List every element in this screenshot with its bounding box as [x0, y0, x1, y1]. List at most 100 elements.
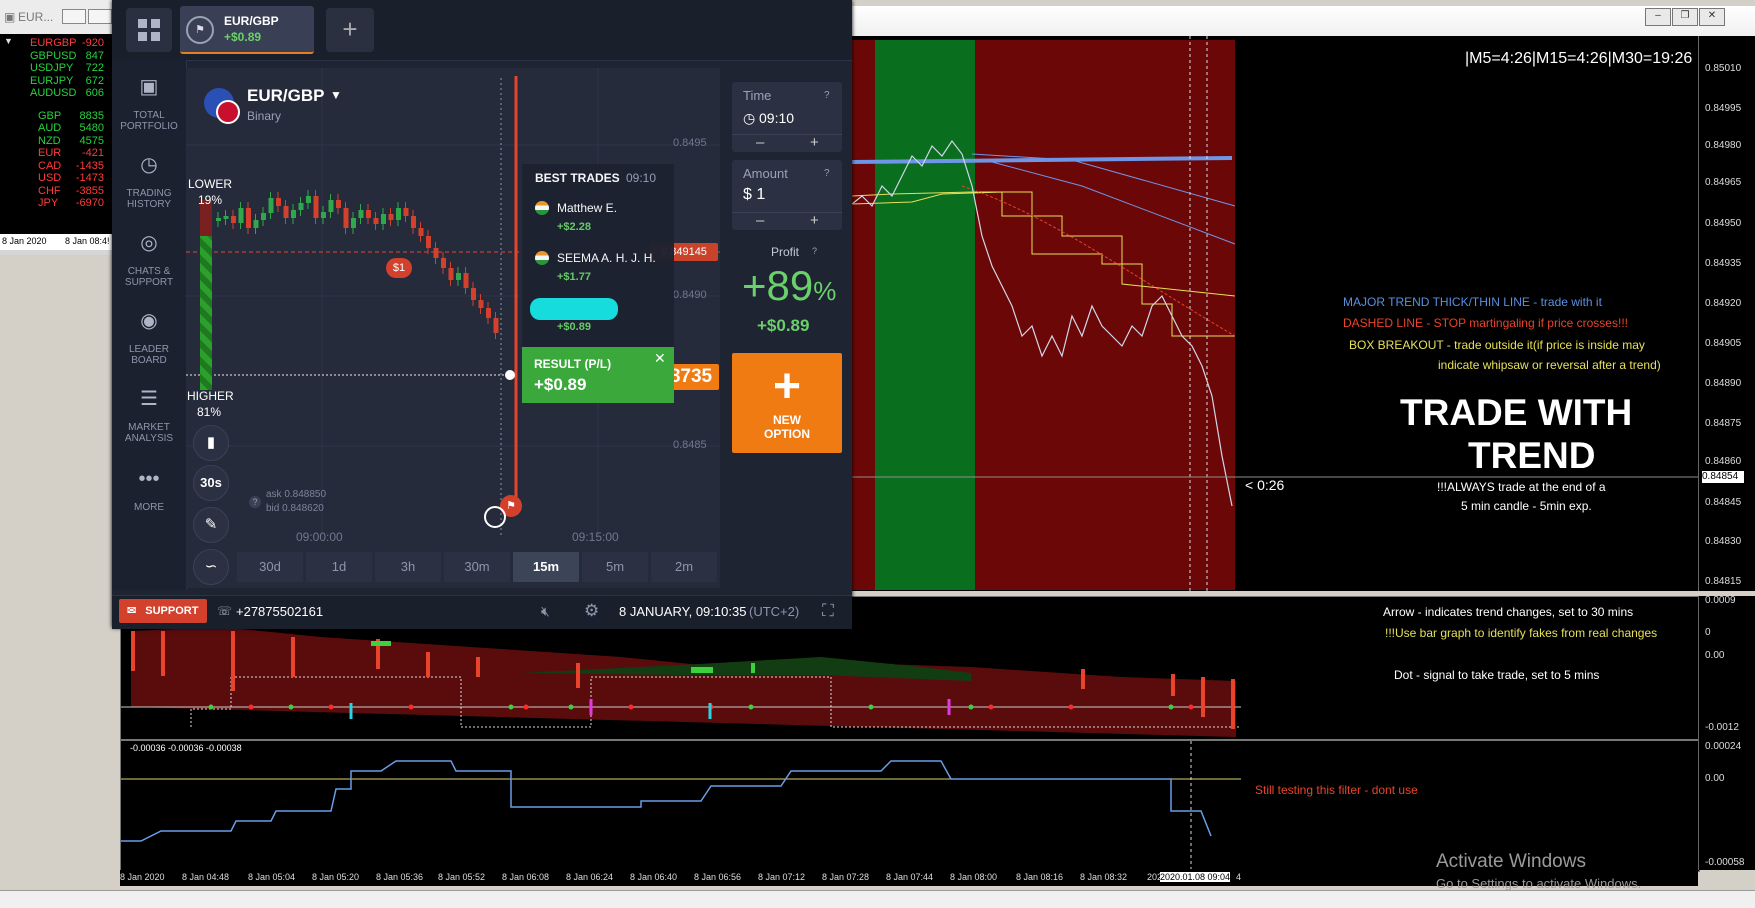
best-trades-title: BEST TRADES [535, 171, 620, 185]
price-axis-tick: 0.84815 [1705, 576, 1742, 587]
higher-label: HIGHER [187, 389, 234, 403]
sidebar-item-history[interactable]: ◷ TRADING HISTORY [112, 154, 186, 210]
time-box[interactable]: Time ? ◷ 09:10 – + [732, 82, 842, 152]
help-icon[interactable]: ? [812, 246, 817, 256]
price-axis-tick: 0.84965 [1705, 177, 1742, 188]
help-icon[interactable]: ? [249, 496, 261, 508]
trader-amount: +$2.28 [557, 221, 591, 233]
new-option-button[interactable]: + NEW OPTION [732, 353, 842, 453]
axis-tick: 0.0009 [1705, 595, 1736, 606]
timeline-label: 8 Jan 08:16 [1016, 872, 1064, 882]
add-tab-button[interactable]: + [326, 8, 374, 52]
leaderboard-icon: ◉ [140, 310, 158, 332]
left-restore-button[interactable] [88, 9, 112, 24]
candle [216, 218, 221, 221]
timeframe-1d[interactable]: 1d [306, 552, 372, 582]
result-value: +$0.89 [534, 375, 587, 394]
tab-profit: +$0.89 [224, 30, 262, 44]
amount-plus-button[interactable]: + [810, 212, 819, 229]
currency-dates: 8 Jan 2020 8 Jan 08:4! [0, 234, 115, 250]
history-icon: ◷ [140, 154, 158, 176]
indicators-icon[interactable]: ∽ [193, 549, 229, 585]
amount-box[interactable]: Amount ? $ 1 – + [732, 160, 842, 230]
histogram-axis [1698, 596, 1755, 740]
amount-value[interactable]: $ 1 [743, 186, 765, 204]
minimize-button[interactable]: – [1645, 8, 1671, 26]
settings-gear-icon[interactable]: ⚙ [584, 601, 599, 621]
timeline-label: 8 Jan 07:28 [822, 872, 870, 882]
sidebar-item-more[interactable]: ••• MORE [112, 469, 186, 513]
profit-value: +$0.89 [757, 316, 810, 335]
price-axis-tick: 0.84920 [1705, 298, 1742, 309]
chart-type-candle-icon[interactable]: ▮ [193, 425, 229, 461]
timeline-label: 8 Jan 07:12 [758, 872, 806, 882]
close-result-icon[interactable]: ✕ [654, 350, 666, 367]
help-icon[interactable]: ? [824, 168, 830, 179]
price-axis-tick: 0.84875 [1705, 418, 1742, 429]
candle-countdown: < 0:26 [1245, 477, 1285, 493]
sidebar-item-analysis[interactable]: ☰ MARKET ANALYSIS [112, 388, 186, 444]
fullscreen-icon[interactable]: ⛶ [822, 601, 834, 621]
expiry-button[interactable]: 30s [193, 465, 229, 501]
chat-icon: ◎ [140, 232, 158, 254]
sidebar-label: BOARD [131, 355, 167, 366]
candle [351, 218, 356, 228]
phone-number[interactable]: +27875502161 [236, 604, 323, 619]
analysis-icon: ☰ [140, 388, 158, 410]
candle [328, 200, 334, 212]
collapse-arrow-icon[interactable]: ▼ [4, 36, 13, 46]
india-flag-icon [535, 251, 549, 265]
close-button[interactable]: ✕ [1699, 8, 1725, 26]
asset-grid-button[interactable] [126, 8, 172, 52]
currency-name: JPY [38, 197, 59, 209]
time-plus-button[interactable]: + [810, 134, 819, 151]
sidebar-item-briefcase[interactable]: ▣ TOTAL PORTFOLIO [112, 77, 186, 132]
price-axis-tick: 0.85010 [1705, 63, 1742, 74]
activation-watermark-sub: Go to Settings to activate Windows. [1436, 876, 1642, 891]
sidebar-item-chat[interactable]: ◎ CHATS & SUPPORT [112, 232, 186, 288]
timeframe-15m[interactable]: 15m [513, 552, 579, 582]
currency-window-titlebar: ▣ EUR... [0, 0, 120, 35]
amount-minus-button[interactable]: – [756, 212, 764, 229]
tab-eur-gbp[interactable]: ⚑ EUR/GBP +$0.89 [180, 6, 314, 54]
timeframe-30m[interactable]: 30m [444, 552, 510, 582]
plus-icon: + [772, 360, 802, 413]
candle [238, 208, 244, 223]
support-label: SUPPORT [145, 605, 199, 617]
candle [463, 273, 469, 288]
candle [358, 210, 364, 218]
restore-button[interactable]: ❐ [1672, 8, 1698, 26]
annotation-box-breakout-2: indicate whipsaw or reversal after a tre… [1438, 358, 1661, 372]
timeframe-5m[interactable]: 5m [582, 552, 648, 582]
price-axis-tick: 0.84935 [1705, 258, 1742, 269]
timeframe-3h[interactable]: 3h [375, 552, 441, 582]
candle [411, 216, 416, 228]
price-axis-tick: 0.84980 [1705, 140, 1742, 151]
profit-label: Profit [771, 245, 800, 259]
mute-icon[interactable]: 🔇︎ [541, 603, 550, 620]
asset-name[interactable]: EUR/GBP [247, 86, 324, 106]
uk-flag-icon [216, 100, 240, 124]
sidebar-label: MARKET [128, 422, 170, 433]
axis-tick: -0.0012 [1705, 722, 1739, 733]
trader-amount: +$1.77 [557, 271, 591, 283]
price-tick: 0.8490 [673, 289, 707, 301]
support-button[interactable]: ✉ SUPPORT [119, 599, 207, 623]
trader-name: Matthew E. [557, 201, 618, 215]
price-tick: 0.8485 [673, 439, 707, 451]
asset-dropdown-icon[interactable]: ▼ [330, 88, 342, 102]
sidebar-label: TOTAL [133, 110, 165, 121]
timeframe-2m[interactable]: 2m [651, 552, 717, 582]
timeframe-30d[interactable]: 30d [237, 552, 303, 582]
candle [448, 268, 454, 280]
candle [418, 228, 424, 236]
candle [388, 214, 394, 220]
candle [298, 203, 304, 210]
pencil-icon[interactable]: ✎ [193, 507, 229, 543]
help-icon[interactable]: ? [824, 90, 830, 101]
sidebar-item-leaderboard[interactable]: ◉ LEADER BOARD [112, 310, 186, 366]
time-minus-button[interactable]: – [756, 134, 764, 151]
timeline-label: 8 Jan 05:20 [312, 872, 360, 882]
candle [223, 216, 229, 219]
left-minimize-button[interactable] [62, 9, 86, 24]
